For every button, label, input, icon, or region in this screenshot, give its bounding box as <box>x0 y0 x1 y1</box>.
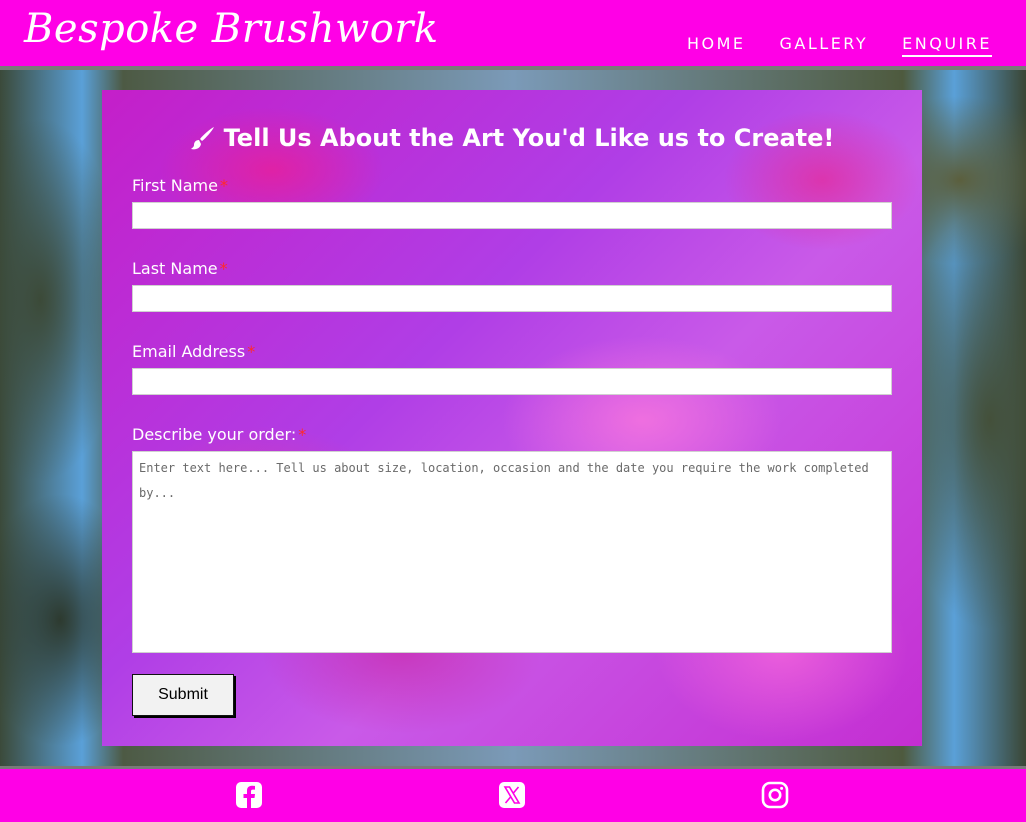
email-field[interactable] <box>132 368 892 395</box>
order-description-label: Describe your order: * <box>132 425 892 444</box>
submit-button[interactable]: Submit <box>132 674 234 716</box>
order-description-textarea[interactable] <box>132 451 892 653</box>
main-nav: HOME GALLERY ENQUIRE <box>687 34 992 57</box>
x-link[interactable] <box>498 781 526 809</box>
facebook-link[interactable] <box>235 781 263 809</box>
nav-link-gallery[interactable]: GALLERY <box>780 34 869 57</box>
last-name-label-text: Last Name <box>132 259 218 278</box>
required-marker: * <box>219 176 228 195</box>
required-marker: * <box>247 342 256 361</box>
form-title-text: Tell Us About the Art You'd Like us to C… <box>223 124 835 152</box>
form-title: Tell Us About the Art You'd Like us to C… <box>132 124 892 152</box>
x-icon <box>498 781 526 809</box>
first-name-label: First Name * <box>132 176 892 195</box>
instagram-icon <box>761 781 789 809</box>
site-footer <box>0 766 1026 822</box>
nav-link-home[interactable]: HOME <box>687 34 746 57</box>
brand-logo[interactable]: Bespoke Brushwork <box>24 6 439 52</box>
facebook-icon <box>235 781 263 809</box>
required-marker: * <box>219 259 228 278</box>
enquiry-form-card: Tell Us About the Art You'd Like us to C… <box>102 90 922 746</box>
first-name-label-text: First Name <box>132 176 218 195</box>
site-header: Bespoke Brushwork HOME GALLERY ENQUIRE <box>0 0 1026 70</box>
last-name-field[interactable] <box>132 285 892 312</box>
instagram-link[interactable] <box>761 781 789 809</box>
first-name-field[interactable] <box>132 202 892 229</box>
required-marker: * <box>298 425 307 444</box>
paintbrush-icon <box>190 125 216 151</box>
email-label-text: Email Address <box>132 342 246 361</box>
nav-link-enquire[interactable]: ENQUIRE <box>902 34 992 57</box>
last-name-label: Last Name * <box>132 259 892 278</box>
email-label: Email Address * <box>132 342 892 361</box>
order-description-label-text: Describe your order: <box>132 425 297 444</box>
